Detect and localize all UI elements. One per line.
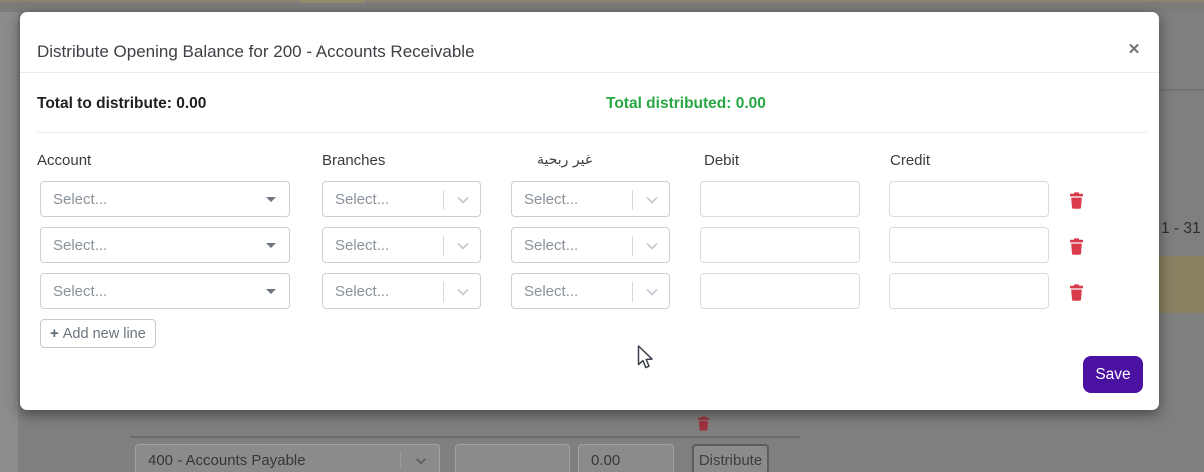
chevron-down-icon [454, 237, 472, 259]
background-amount-value: 0.00 [591, 452, 621, 469]
background-amount-input[interactable]: 0.00 [578, 444, 674, 472]
dropdown-arrow-icon [266, 243, 276, 248]
page-right-divider [1159, 89, 1204, 91]
add-new-line-label: Add new line [62, 325, 146, 342]
column-header-debit: Debit [704, 152, 740, 169]
branches-select-placeholder: Select... [335, 282, 390, 300]
column-header-credit: Credit [890, 152, 931, 169]
debit-input[interactable] [700, 181, 860, 217]
column-header-branches: Branches [322, 152, 386, 169]
pagination-range: 1 - 31 [1161, 220, 1201, 237]
plus-icon: + [50, 325, 59, 342]
modal-title: Distribute Opening Balance for 200 - Acc… [37, 42, 475, 61]
nonprofit-select-placeholder: Select... [524, 236, 579, 254]
payable-account-select[interactable]: 400 - Accounts Payable [135, 444, 440, 472]
select-divider [443, 282, 444, 302]
total-to-distribute: Total to distribute: 0.00 [37, 95, 207, 112]
nonprofit-select[interactable]: Select... [511, 273, 670, 309]
totals-divider [37, 132, 1147, 133]
nonprofit-select[interactable]: Select... [511, 227, 670, 263]
select-divider [400, 451, 401, 469]
select-divider [632, 282, 633, 302]
account-select-placeholder: Select... [53, 236, 108, 254]
add-new-line-button[interactable]: + Add new line [40, 319, 156, 348]
account-select[interactable]: Select... [40, 181, 290, 217]
nonprofit-select[interactable]: Select... [511, 181, 670, 217]
select-divider [443, 236, 444, 256]
close-icon[interactable]: ✕ [1121, 36, 1147, 62]
nonprofit-select-placeholder: Select... [524, 190, 579, 208]
chevron-down-icon [643, 283, 661, 305]
page-top-line [0, 0, 1204, 2]
credit-input[interactable] [889, 181, 1049, 217]
chevron-down-icon [454, 283, 472, 305]
credit-input[interactable] [889, 227, 1049, 263]
chevron-down-icon [454, 191, 472, 213]
save-button[interactable]: Save [1083, 356, 1143, 393]
chevron-down-icon [643, 237, 661, 259]
trash-icon [1069, 283, 1083, 301]
distribute-button-label: Distribute [698, 452, 763, 469]
page-top-accent [300, 0, 365, 3]
screen: 1 - 31 400 - Accounts Payable 0.00 Distr… [0, 0, 1204, 472]
distribute-button[interactable]: Distribute [692, 444, 769, 472]
column-header-nonprofit: غير ربحية [537, 152, 593, 168]
credit-input[interactable] [889, 273, 1049, 309]
page-left-edge [0, 12, 18, 472]
page-horizontal-rule [130, 436, 800, 438]
trash-icon [1069, 237, 1083, 255]
total-distributed: Total distributed: 0.00 [606, 95, 766, 112]
dropdown-arrow-icon [266, 197, 276, 202]
distribution-row: Select... Select... Select... [20, 273, 1159, 309]
select-divider [632, 190, 633, 210]
dropdown-arrow-icon [266, 289, 276, 294]
column-header-account: Account [37, 152, 92, 169]
trash-icon [1069, 191, 1083, 209]
nonprofit-select-placeholder: Select... [524, 282, 579, 300]
account-select[interactable]: Select... [40, 273, 290, 309]
debit-input[interactable] [700, 227, 860, 263]
distribution-row: Select... Select... Select... [20, 181, 1159, 217]
branches-select-placeholder: Select... [335, 190, 390, 208]
chevron-down-icon [413, 453, 429, 472]
account-select-placeholder: Select... [53, 190, 108, 208]
delete-row-button[interactable] [1066, 190, 1086, 210]
payable-account-value: 400 - Accounts Payable [148, 452, 306, 469]
background-empty-input[interactable] [455, 444, 570, 472]
debit-input[interactable] [700, 273, 860, 309]
distribute-opening-balance-modal: Distribute Opening Balance for 200 - Acc… [20, 12, 1159, 410]
account-select-placeholder: Select... [53, 282, 108, 300]
header-divider [20, 72, 1159, 73]
distribution-row: Select... Select... Select... [20, 227, 1159, 263]
branches-select-placeholder: Select... [335, 236, 390, 254]
account-select[interactable]: Select... [40, 227, 290, 263]
select-divider [632, 236, 633, 256]
chevron-down-icon [643, 191, 661, 213]
highlighted-table-row [1159, 256, 1204, 313]
branches-select[interactable]: Select... [322, 227, 481, 263]
delete-row-button[interactable] [1066, 236, 1086, 256]
background-delete-icon[interactable] [697, 416, 710, 436]
branches-select[interactable]: Select... [322, 181, 481, 217]
delete-row-button[interactable] [1066, 282, 1086, 302]
select-divider [443, 190, 444, 210]
branches-select[interactable]: Select... [322, 273, 481, 309]
